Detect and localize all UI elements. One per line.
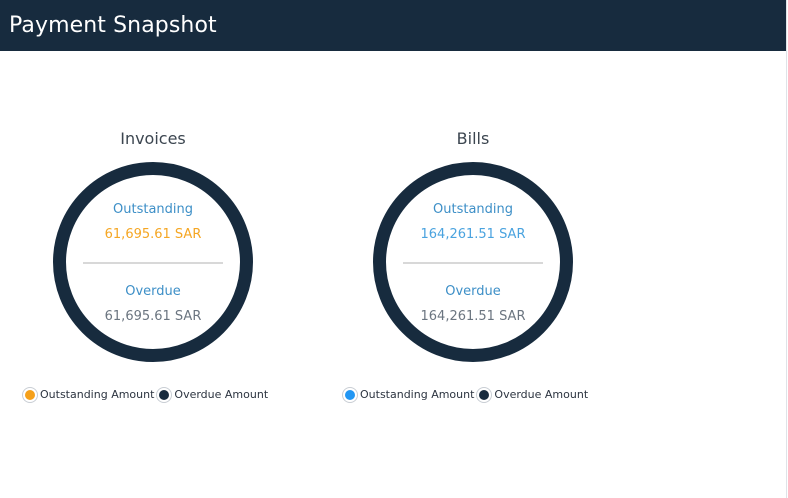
legend-overdue-label: Overdue Amount xyxy=(174,388,269,401)
invoices-legend: Outstanding Amount Overdue Amount xyxy=(25,388,273,401)
bills-legend: Outstanding Amount Overdue Amount xyxy=(345,388,593,401)
legend-item-outstanding[interactable]: Outstanding Amount xyxy=(25,388,154,401)
legend-overdue-label: Overdue Amount xyxy=(494,388,589,401)
bills-outstanding-value: 164,261.51 SAR xyxy=(420,227,526,242)
widget-title: Payment Snapshot xyxy=(0,0,786,51)
legend-item-overdue[interactable]: Overdue Amount xyxy=(479,388,588,401)
invoices-outstanding-value: 61,695.61 SAR xyxy=(104,227,202,242)
invoices-overdue-label: Overdue xyxy=(125,284,181,299)
blue-dot-icon xyxy=(345,389,355,400)
bills-overdue-label: Overdue xyxy=(445,284,501,299)
legend-outstanding-label: Outstanding Amount xyxy=(40,388,155,401)
legend-outstanding-label: Outstanding Amount xyxy=(360,388,475,401)
legend-item-overdue[interactable]: Overdue Amount xyxy=(159,388,268,401)
legend-item-outstanding[interactable]: Outstanding Amount xyxy=(345,388,474,401)
bills-overdue-value: 164,261.51 SAR xyxy=(420,309,526,324)
bills-title: Bills xyxy=(456,129,490,148)
invoices-divider xyxy=(83,262,223,264)
invoices-title: Invoices xyxy=(120,129,186,148)
payment-snapshot-widget: Payment Snapshot Invoices Outstanding 61… xyxy=(0,0,787,498)
bills-outstanding-label: Outstanding xyxy=(433,202,513,217)
dark-dot-icon xyxy=(159,389,170,400)
invoices-overdue-value: 61,695.61 SAR xyxy=(104,309,202,324)
orange-dot-icon xyxy=(25,389,35,400)
dark-dot-icon xyxy=(479,389,490,400)
bills-divider xyxy=(403,262,543,264)
invoices-outstanding-label: Outstanding xyxy=(113,202,193,217)
